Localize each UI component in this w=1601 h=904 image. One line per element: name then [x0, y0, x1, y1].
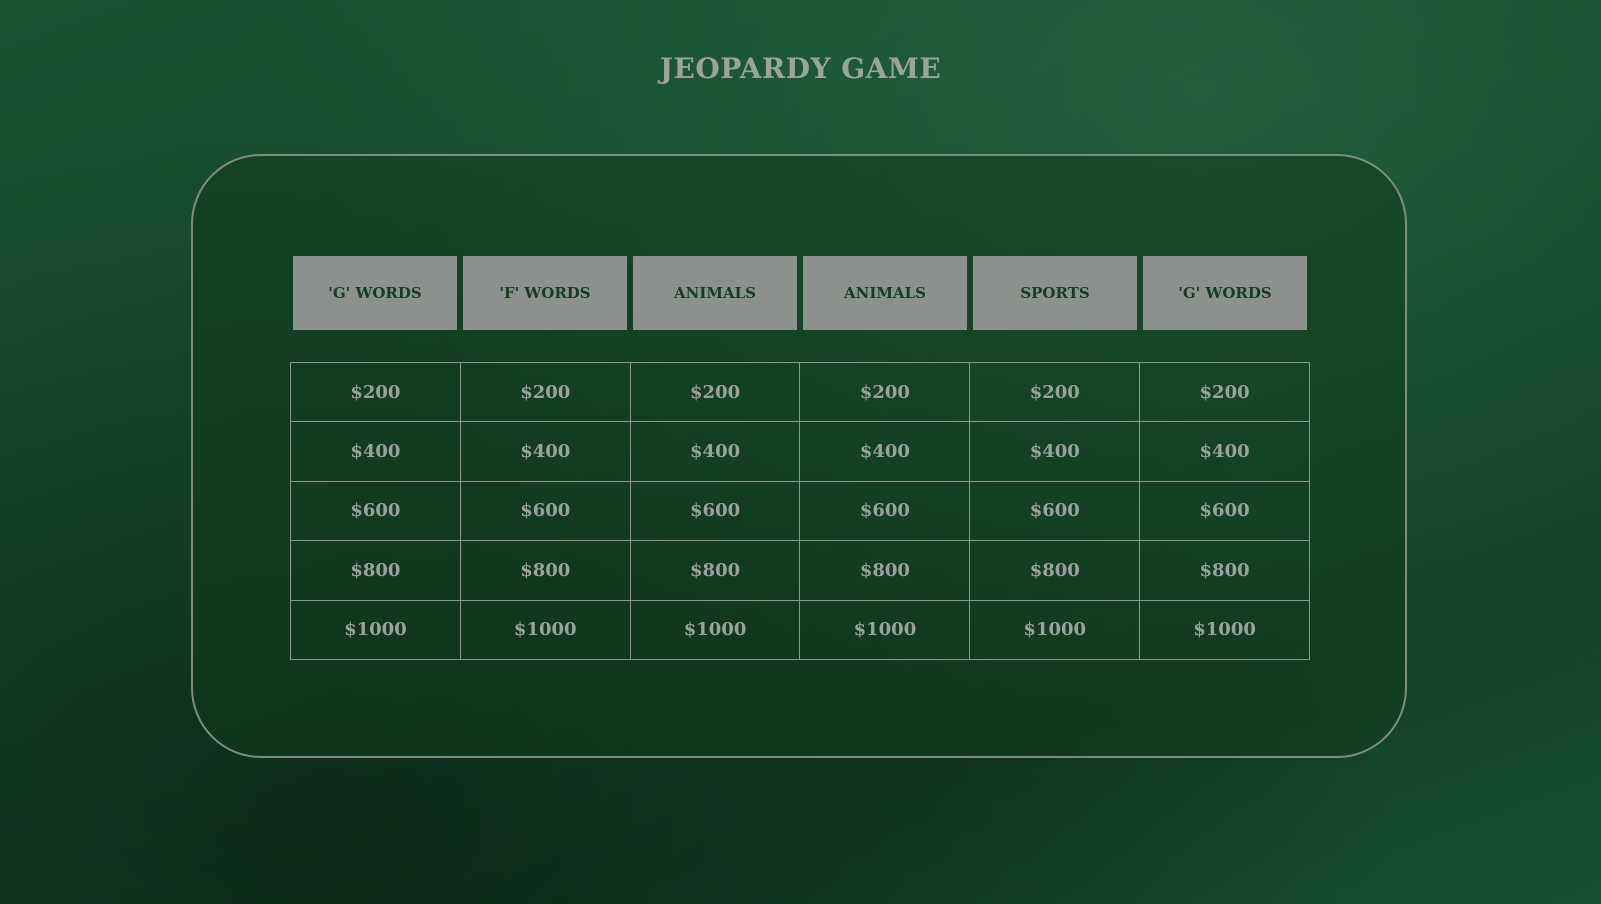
question-tile[interactable]: $800 — [291, 541, 461, 601]
category-header: 'F' WORDS — [463, 256, 627, 330]
category-header: SPORTS — [973, 256, 1137, 330]
question-tile[interactable]: $400 — [1140, 422, 1310, 482]
question-tile[interactable]: $400 — [970, 422, 1141, 482]
question-tile[interactable]: $200 — [630, 363, 801, 423]
question-tile[interactable]: $800 — [800, 541, 971, 601]
category-header: ANIMALS — [633, 256, 797, 330]
question-tile[interactable]: $1000 — [460, 600, 631, 660]
question-tile[interactable]: $200 — [1140, 363, 1310, 423]
question-tile[interactable]: $200 — [970, 363, 1141, 423]
question-tile[interactable]: $600 — [800, 481, 971, 542]
question-tile[interactable]: $600 — [291, 481, 461, 542]
question-tile[interactable]: $400 — [800, 422, 971, 482]
question-tile[interactable]: $200 — [460, 363, 631, 423]
question-tile[interactable]: $400 — [630, 422, 801, 482]
question-tile[interactable]: $400 — [460, 422, 631, 482]
question-tile[interactable]: $1000 — [1140, 600, 1310, 660]
question-tile[interactable]: $600 — [460, 481, 631, 542]
question-tile[interactable]: $600 — [630, 481, 801, 542]
question-tile[interactable]: $200 — [291, 363, 461, 423]
question-tile[interactable]: $600 — [1140, 481, 1310, 542]
question-tile[interactable]: $800 — [970, 541, 1141, 601]
question-tile[interactable]: $1000 — [291, 600, 461, 660]
category-header: ANIMALS — [803, 256, 967, 330]
question-tile[interactable]: $1000 — [970, 600, 1141, 660]
question-grid: $200 $200 $200 $200 $200 $200 $400 $400 … — [290, 362, 1310, 660]
category-header: 'G' WORDS — [293, 256, 457, 330]
category-header: 'G' WORDS — [1143, 256, 1307, 330]
question-tile[interactable]: $200 — [800, 363, 971, 423]
question-tile[interactable]: $800 — [460, 541, 631, 601]
question-tile[interactable]: $800 — [630, 541, 801, 601]
page-title: JEOPARDY GAME — [659, 52, 942, 85]
question-tile[interactable]: $800 — [1140, 541, 1310, 601]
question-tile[interactable]: $1000 — [630, 600, 801, 660]
question-tile[interactable]: $400 — [291, 422, 461, 482]
question-tile[interactable]: $600 — [970, 481, 1141, 542]
question-tile[interactable]: $1000 — [800, 600, 971, 660]
category-row: 'G' WORDS 'F' WORDS ANIMALS ANIMALS SPOR… — [293, 256, 1307, 330]
